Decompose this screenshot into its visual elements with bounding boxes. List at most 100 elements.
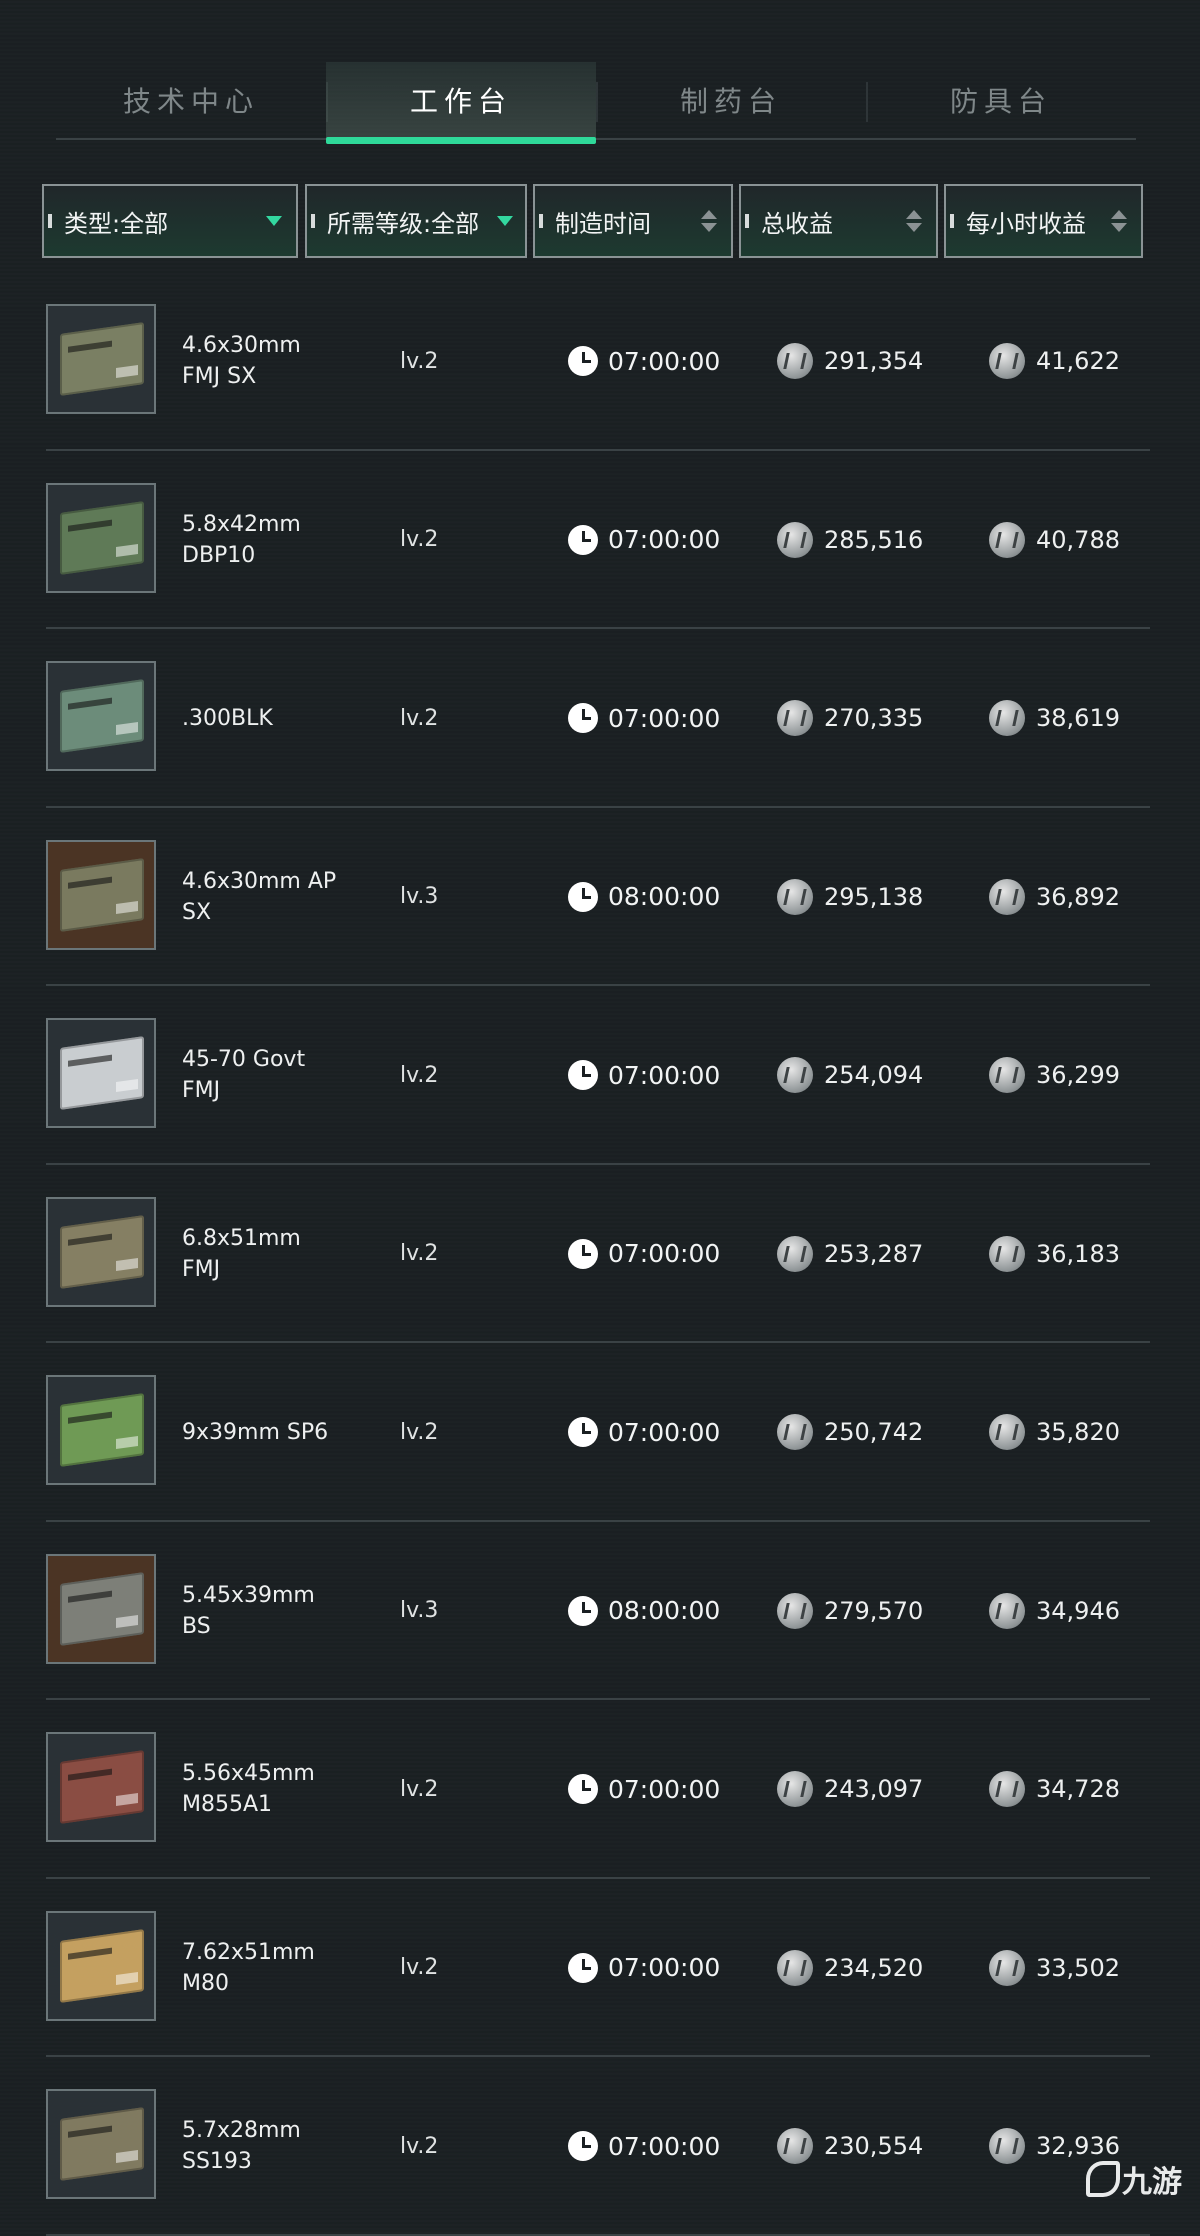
hourly-profit: 33,502 <box>989 1879 1120 2057</box>
list-item[interactable]: 5.7x28mm SS193 lv.2 07:00:00 230,554 32,9… <box>46 2057 1150 2236</box>
list-item[interactable]: 6.8x51mm FMJ lv.2 07:00:00 253,287 36,183 <box>46 1165 1150 1343</box>
required-level: lv.2 <box>400 2133 439 2159</box>
required-level: lv.2 <box>400 1776 439 1802</box>
total-profit-sort-button[interactable]: 总收益 <box>739 184 938 258</box>
craft-time-value: 07:00:00 <box>608 525 721 554</box>
ammo-box-image <box>60 857 144 932</box>
ammo-box-icon <box>46 1018 156 1128</box>
sort-icon <box>906 210 922 232</box>
level-filter-dropdown[interactable]: 所需等级:全部 <box>305 184 527 258</box>
tab-pharmacy[interactable]: 制药台 <box>596 62 866 138</box>
total-profit-value: 254,094 <box>824 1061 924 1089</box>
craft-time-value: 08:00:00 <box>608 1596 721 1625</box>
list-item[interactable]: 5.56x45mm M855A1 lv.2 07:00:00 243,097 34… <box>46 1700 1150 1879</box>
chevron-down-icon <box>266 216 282 226</box>
list-item[interactable]: 5.8x42mm DBP10 lv.2 07:00:00 285,516 40,7… <box>46 451 1150 629</box>
list-item[interactable]: 9x39mm SP6 lv.2 07:00:00 250,742 35,820 <box>46 1343 1150 1522</box>
logo-icon <box>1086 2161 1120 2197</box>
ammo-box-icon <box>46 1732 156 1842</box>
hourly-profit-value: 34,946 <box>1036 1596 1120 1625</box>
total-profit: 250,742 <box>777 1343 923 1521</box>
tab-bar: 技术中心 工作台 制药台 防具台 <box>56 62 1136 144</box>
total-profit: 234,520 <box>777 1879 923 2057</box>
item-name: .300BLK <box>182 705 273 731</box>
coin-icon <box>989 1414 1025 1450</box>
total-profit: 270,335 <box>777 629 923 807</box>
list-item[interactable]: 4.6x30mm FMJ SX lv.2 07:00:00 291,354 41,… <box>46 272 1150 451</box>
list-item[interactable]: .300BLK lv.2 07:00:00 270,335 38,619 <box>46 629 1150 808</box>
total-profit-value: 295,138 <box>824 882 924 911</box>
hourly-profit: 32,936 <box>989 2057 1120 2235</box>
coin-icon <box>989 1949 1025 1986</box>
hourly-profit: 35,820 <box>989 1343 1120 1521</box>
ammo-box-image <box>60 1393 144 1467</box>
craft-time-value: 07:00:00 <box>608 1060 721 1090</box>
hourly-profit: 36,892 <box>989 808 1120 986</box>
hourly-profit: 34,728 <box>989 1700 1120 1878</box>
craft-time-sort-button[interactable]: 制造时间 <box>533 184 733 258</box>
craft-time: 07:00:00 <box>568 1343 720 1521</box>
coin-icon <box>989 1235 1025 1272</box>
clock-icon <box>568 1238 598 1269</box>
list-item[interactable]: 45-70 Govt FMJ lv.2 07:00:00 254,094 36,2… <box>46 986 1150 1165</box>
list-item[interactable]: 5.45x39mm BS lv.3 08:00:00 279,570 34,946 <box>46 1522 1150 1700</box>
hourly-profit: 36,183 <box>989 1165 1120 1343</box>
total-profit-value: 291,354 <box>824 347 924 375</box>
total-profit: 291,354 <box>777 272 923 450</box>
clock-icon <box>568 1060 598 1090</box>
total-profit-value: 253,287 <box>824 1239 924 1268</box>
coin-icon <box>777 700 813 736</box>
coin-icon <box>989 1592 1025 1629</box>
required-level: lv.2 <box>400 348 439 374</box>
tab-workbench[interactable]: 工作台 <box>326 62 596 144</box>
craft-time-value: 07:00:00 <box>608 2131 721 2161</box>
ammo-box-image <box>60 1036 144 1110</box>
hourly-profit-value: 34,728 <box>1036 1775 1120 1803</box>
tab-armor-bench[interactable]: 防具台 <box>866 62 1136 138</box>
required-level: lv.2 <box>400 1419 439 1445</box>
coin-icon <box>989 878 1025 915</box>
hourly-profit-sort-label: 每小时收益 <box>966 209 1086 238</box>
item-name: 6.8x51mm FMJ <box>182 1225 301 1282</box>
total-profit: 285,516 <box>777 451 923 629</box>
list-item[interactable]: 7.62x51mm M80 lv.2 07:00:00 234,520 33,50… <box>46 1879 1150 2057</box>
total-profit: 253,287 <box>777 1165 923 1343</box>
type-filter-dropdown[interactable]: 类型:全部 <box>42 184 298 258</box>
craft-time: 07:00:00 <box>568 1700 720 1878</box>
coin-icon <box>777 1414 813 1450</box>
craft-time: 08:00:00 <box>568 1522 720 1700</box>
craft-time: 07:00:00 <box>568 272 720 450</box>
hourly-profit-value: 36,299 <box>1036 1061 1120 1089</box>
craft-time: 07:00:00 <box>568 986 720 1164</box>
clock-icon <box>568 1417 598 1447</box>
hourly-profit: 41,622 <box>989 272 1120 450</box>
craft-time: 07:00:00 <box>568 629 720 807</box>
hourly-profit-value: 36,892 <box>1036 882 1120 911</box>
coin-icon <box>777 1057 813 1093</box>
total-profit-value: 270,335 <box>824 704 924 732</box>
coin-icon <box>989 2128 1025 2164</box>
clock-icon <box>568 1952 598 1983</box>
hourly-profit: 34,946 <box>989 1522 1120 1700</box>
total-profit-value: 250,742 <box>824 1418 924 1446</box>
total-profit-sort-label: 总收益 <box>761 209 833 238</box>
coin-icon <box>989 521 1025 558</box>
hourly-profit-sort-button[interactable]: 每小时收益 <box>944 184 1143 258</box>
list-item[interactable]: 4.6x30mm AP SX lv.3 08:00:00 295,138 36,8… <box>46 808 1150 986</box>
ammo-box-image <box>60 679 144 753</box>
hourly-profit-value: 36,183 <box>1036 1239 1120 1268</box>
item-name: 9x39mm SP6 <box>182 1419 329 1445</box>
type-filter-label: 类型:全部 <box>64 209 169 238</box>
total-profit: 230,554 <box>777 2057 923 2235</box>
ammo-box-image <box>60 1750 144 1824</box>
item-name: 5.45x39mm BS <box>182 1582 315 1639</box>
tab-tech-center[interactable]: 技术中心 <box>56 62 326 138</box>
item-name: 4.6x30mm FMJ SX <box>182 333 301 389</box>
ammo-box-icon <box>46 482 156 593</box>
hourly-profit-value: 32,936 <box>1036 2132 1120 2160</box>
ammo-box-icon <box>46 1196 156 1307</box>
ammo-box-icon <box>46 1910 156 2021</box>
craft-time: 08:00:00 <box>568 808 720 986</box>
item-name: 5.8x42mm DBP10 <box>182 511 301 568</box>
craft-time-value: 07:00:00 <box>608 1239 721 1268</box>
